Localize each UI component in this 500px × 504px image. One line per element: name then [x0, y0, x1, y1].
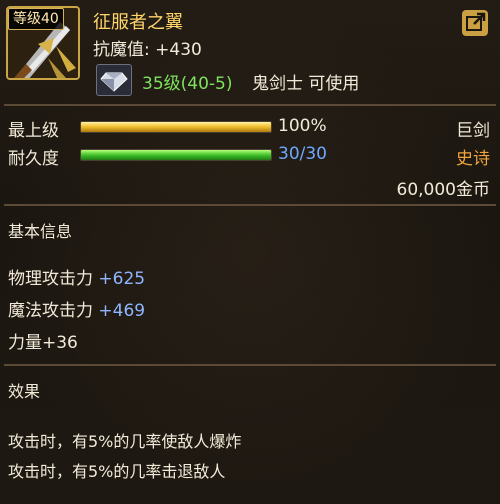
item-tooltip: 等级40 征服者之翼 抗魔值: +430 35级(40-5) 鬼剑士 可使用 最… [0, 0, 500, 504]
resist-value: : +430 [144, 40, 202, 60]
divider [4, 204, 496, 206]
divider [4, 104, 496, 106]
phys-attack-label: 物理攻击力 [8, 269, 93, 289]
share-icon[interactable] [462, 10, 488, 36]
divider [4, 364, 496, 366]
effect-line: 攻击时，有5%的几率使敌人爆炸 [8, 432, 242, 451]
grade-bar [80, 121, 272, 133]
price: 60,000金币 [396, 180, 490, 200]
grade-percent: 100% [278, 116, 327, 136]
mag-attack-line: 魔法攻击力 +469 [8, 296, 145, 321]
phys-attack-line: 物理攻击力 +625 [8, 264, 145, 289]
resist-line: 抗魔值: +430 [93, 35, 202, 60]
durability-bar-fill [81, 150, 271, 160]
required-class: 鬼剑士 可使用 [252, 74, 360, 94]
diamond-icon [96, 64, 132, 96]
resist-label: 抗魔值 [93, 40, 144, 60]
mag-attack-label: 魔法攻击力 [8, 301, 93, 321]
grade-bar-fill [81, 122, 271, 132]
durability-value: 30/30 [278, 144, 327, 164]
mag-attack-value: +469 [98, 301, 146, 321]
item-type: 巨剑 [456, 121, 490, 141]
rarity-badge: 史诗 [456, 149, 490, 169]
effects-heading: 效果 [8, 382, 41, 401]
phys-attack-value: +625 [98, 269, 146, 289]
durability-bar [80, 149, 272, 161]
item-name: 征服者之翼 [93, 12, 183, 33]
grade-label: 最上级 [8, 121, 59, 141]
required-level: 35级(40-5) [142, 74, 233, 94]
basic-info-heading: 基本信息 [8, 222, 73, 241]
durability-label: 耐久度 [8, 149, 59, 169]
effect-line: 攻击时，有5%的几率击退敌人 [8, 462, 226, 481]
strength-stat: 力量+36 [8, 333, 78, 353]
item-level-tag: 等级40 [8, 8, 64, 30]
